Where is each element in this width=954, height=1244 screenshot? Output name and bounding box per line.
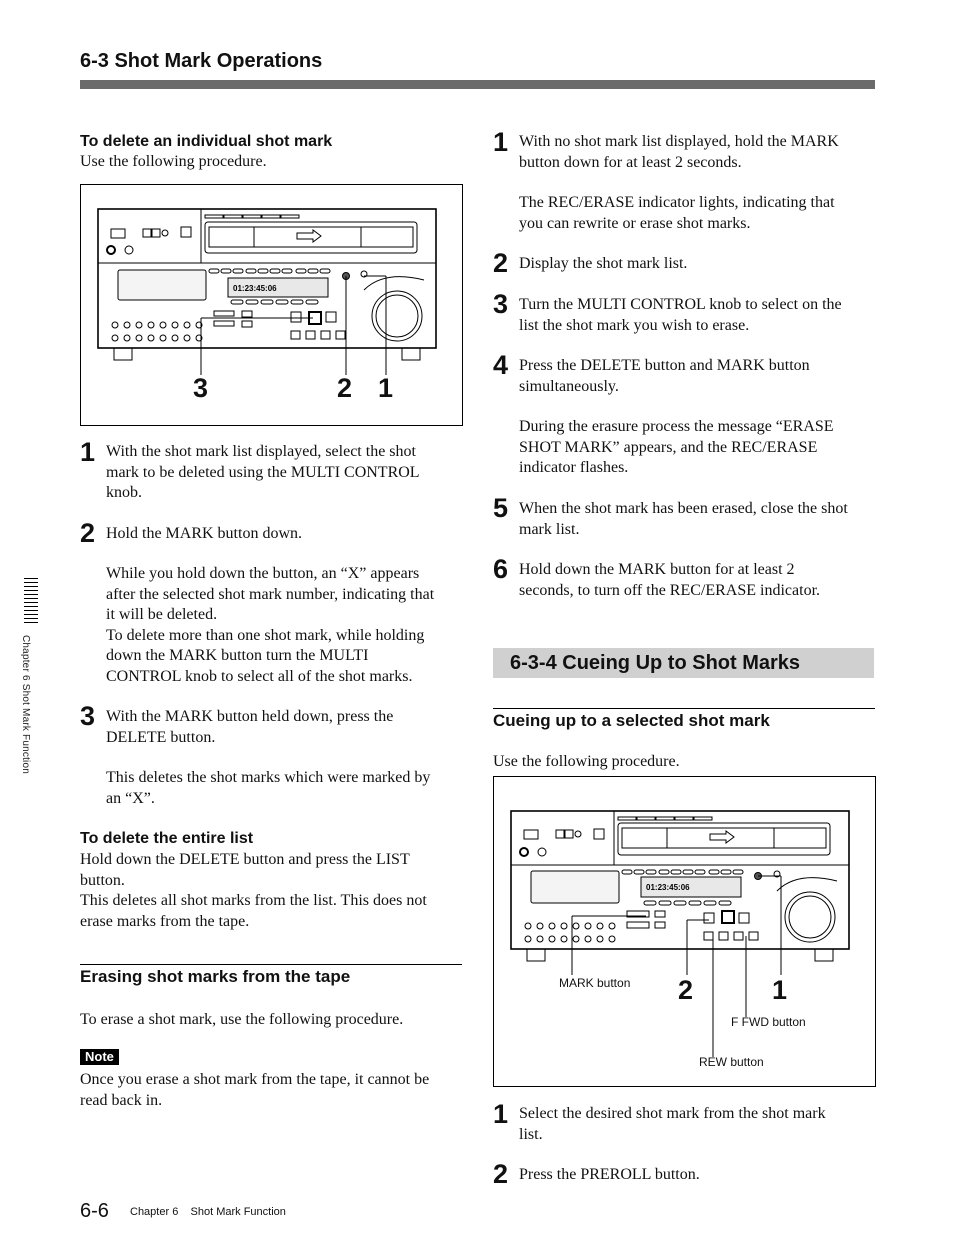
vtr-front-panel-illustration: 01:23:45:06: [97, 208, 437, 375]
step-extra-text: While you hold down the button, an “X” a…: [106, 565, 435, 685]
step-number: 1: [80, 437, 96, 467]
side-chapter-label: Chapter 6 Shot Mark Function: [20, 635, 31, 774]
label-mark-button: MARK button: [559, 976, 631, 990]
step-number: 2: [493, 1159, 509, 1189]
figure-vtr-cueing: 01:23:45:06 MARK button 2 1 F FWD button…: [493, 776, 876, 1087]
step-number: 3: [80, 701, 96, 731]
step-text: Select the desired shot mark from the sh…: [519, 1105, 826, 1143]
step-text: Press the PREROLL button.: [519, 1166, 700, 1183]
step-text: When the shot mark has been erased, clos…: [519, 500, 848, 538]
intro-text: Use the following procedure.: [80, 153, 267, 170]
heading-erasing: Erasing shot marks from the tape: [80, 967, 351, 986]
step-text: Press the DELETE button and MARK button …: [519, 357, 810, 395]
step-text: With no shot mark list displayed, hold t…: [519, 133, 839, 171]
footer-chapter: Chapter 6 Shot Mark Function: [130, 1206, 286, 1218]
callout-2: 2: [337, 373, 353, 403]
step-number: 1: [493, 1099, 509, 1129]
step-number: 1: [493, 127, 509, 157]
label-rew-button: REW button: [699, 1055, 764, 1069]
figure-vtr-delete: 01:23:45:06 3 2 1: [80, 184, 463, 426]
page-number: 6-6: [80, 1200, 109, 1222]
step-number: 4: [493, 350, 509, 380]
step-text: Display the shot mark list.: [519, 255, 688, 272]
vtr-front-panel-illustration: 01:23:45:06: [510, 810, 850, 1057]
step-extra-text: During the erasure process the message “…: [519, 418, 834, 476]
heading-delete-entire: To delete the entire list: [80, 830, 254, 847]
step-text: Hold the MARK button down.: [106, 525, 302, 542]
display-timecode: 01:23:45:06: [233, 284, 277, 293]
step-text: With the MARK button held down, press th…: [106, 708, 394, 746]
cueing-intro: Use the following procedure.: [493, 753, 680, 770]
step-extra-text: The REC/ERASE indicator lights, indicati…: [519, 194, 835, 232]
erasing-intro: To erase a shot mark, use the following …: [80, 1011, 404, 1028]
step-number: 2: [80, 518, 96, 548]
label-ffwd-button: F FWD button: [731, 1015, 806, 1029]
subsection-title: 6-3-4 Cueing Up to Shot Marks: [510, 652, 801, 674]
callout-1: 1: [772, 975, 788, 1005]
step-text: With the shot mark list displayed, selec…: [106, 443, 420, 501]
step-extra-text: This deletes the shot marks which were m…: [106, 769, 431, 807]
callout-2: 2: [678, 975, 694, 1005]
note-text: Once you erase a shot mark from the tape…: [80, 1071, 430, 1109]
delete-entire-text: Hold down the DELETE button and press th…: [80, 851, 427, 930]
thumb-index: [24, 578, 38, 626]
display-timecode: 01:23:45:06: [646, 883, 690, 892]
step-number: 3: [493, 289, 509, 319]
step-text: Turn the MULTI CONTROL knob to select on…: [519, 296, 842, 334]
title-bar: [80, 80, 875, 89]
heading-cueing: Cueing up to a selected shot mark: [493, 711, 770, 730]
step-number: 6: [493, 554, 509, 584]
note-badge: Note: [80, 1049, 119, 1065]
divider: [80, 964, 462, 965]
callout-3: 3: [193, 373, 209, 403]
heading-delete-individual: To delete an individual shot mark: [80, 133, 333, 150]
step-number: 5: [493, 493, 509, 523]
section-title: 6-3 Shot Mark Operations: [80, 50, 323, 72]
divider: [493, 708, 875, 709]
step-text: Hold down the MARK button for at least 2…: [519, 561, 821, 599]
callout-1: 1: [378, 373, 394, 403]
step-number: 2: [493, 248, 509, 278]
